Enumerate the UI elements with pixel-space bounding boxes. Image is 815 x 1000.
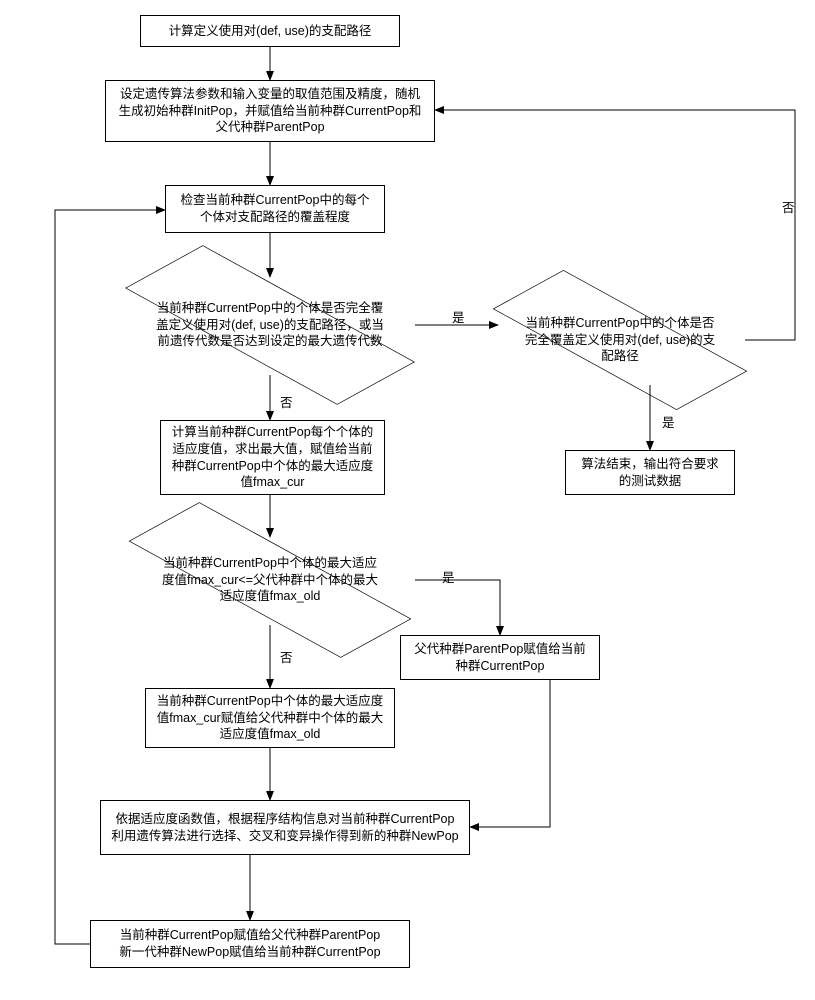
node-fmax-assign: 当前种群CurrentPop中个体的最大适应度值fmax_cur赋值给父代种群中… xyxy=(145,688,395,748)
label-d1-yes: 是 xyxy=(450,310,467,327)
node-init-population: 设定遗传算法参数和输入变量的取值范围及精度，随机生成初始种群InitPop，并赋… xyxy=(105,80,435,142)
decision-text: 当前种群CurrentPop中的个体是否完全覆盖定义使用对(def, use)的… xyxy=(145,300,395,351)
label-d2-yes: 是 xyxy=(660,415,677,432)
node-text: 检查当前种群CurrentPop中的每个个体对支配路径的覆盖程度 xyxy=(176,192,374,226)
label-d2-no: 否 xyxy=(780,200,797,217)
label-d3-yes: 是 xyxy=(440,570,457,587)
decision-text: 当前种群CurrentPop中的个体是否完全覆盖定义使用对(def, use)的… xyxy=(515,315,725,366)
decision-full-coverage: 当前种群CurrentPop中的个体是否完全覆盖定义使用对(def, use)的… xyxy=(490,290,750,390)
node-text: 设定遗传算法参数和输入变量的取值范围及精度，随机生成初始种群InitPop，并赋… xyxy=(116,86,424,137)
node-check-coverage: 检查当前种群CurrentPop中的每个个体对支配路径的覆盖程度 xyxy=(165,185,385,233)
label-d1-no: 否 xyxy=(278,395,295,412)
decision-fmax-compare: 当前种群CurrentPop中个体的最大适应度值fmax_cur<=父代种群中个… xyxy=(120,530,420,630)
decision-coverage-or-maxgen: 当前种群CurrentPop中的个体是否完全覆盖定义使用对(def, use)的… xyxy=(120,270,420,380)
node-ga-operations: 依据适应度函数值，根据程序结构信息对当前种群CurrentPop利用遗传算法进行… xyxy=(100,800,470,855)
node-text: 依据适应度函数值，根据程序结构信息对当前种群CurrentPop利用遗传算法进行… xyxy=(111,811,459,845)
node-pop-reassign: 当前种群CurrentPop赋值给父代种群ParentPop 新一代种群NewP… xyxy=(90,920,410,968)
decision-text: 当前种群CurrentPop中个体的最大适应度值fmax_cur<=父代种群中个… xyxy=(150,555,390,606)
node-text: 当前种群CurrentPop中个体的最大适应度值fmax_cur赋值给父代种群中… xyxy=(156,693,384,744)
node-text: 计算定义使用对(def, use)的支配路径 xyxy=(169,23,372,40)
node-algorithm-end: 算法结束，输出符合要求的测试数据 xyxy=(565,450,735,495)
node-compute-fitness: 计算当前种群CurrentPop每个个体的适应度值，求出最大值，赋值给当前种群C… xyxy=(160,420,385,495)
node-text: 父代种群ParentPop赋值给当前种群CurrentPop xyxy=(411,641,589,675)
label-d3-no: 否 xyxy=(278,650,295,667)
node-parent-to-current: 父代种群ParentPop赋值给当前种群CurrentPop xyxy=(400,635,600,680)
node-compute-dominating-path: 计算定义使用对(def, use)的支配路径 xyxy=(140,15,400,47)
node-text: 计算当前种群CurrentPop每个个体的适应度值，求出最大值，赋值给当前种群C… xyxy=(171,424,374,492)
node-text: 算法结束，输出符合要求的测试数据 xyxy=(576,456,724,490)
node-text: 当前种群CurrentPop赋值给父代种群ParentPop 新一代种群NewP… xyxy=(119,927,380,961)
